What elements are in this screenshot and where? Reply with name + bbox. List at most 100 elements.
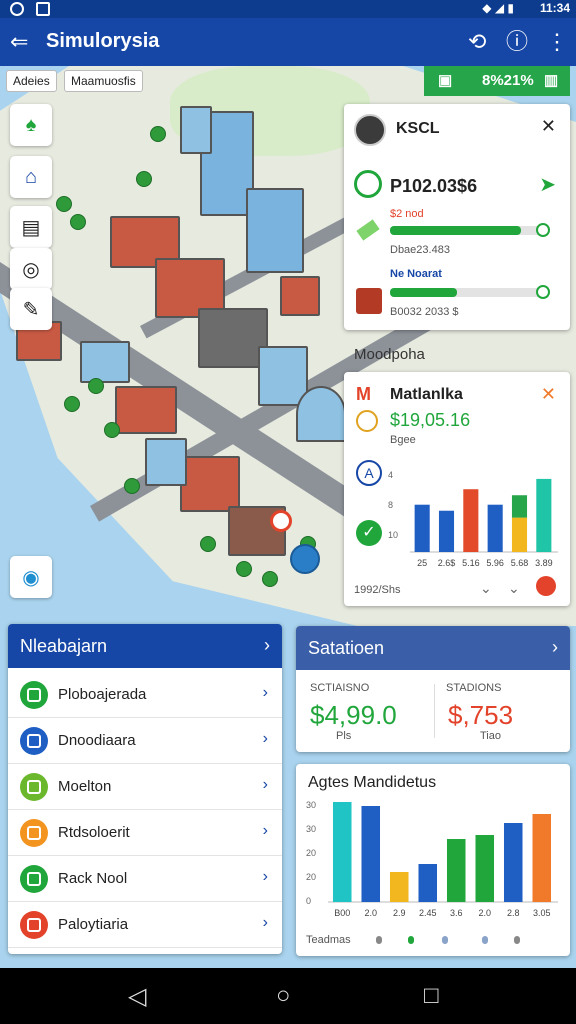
send-icon[interactable]: ➤ xyxy=(539,172,556,197)
stats-panel: Satatioen › SCTIAISNO $4,99.0 Pls STADIO… xyxy=(296,626,570,752)
location-pin-icon[interactable] xyxy=(270,510,292,532)
tower-building xyxy=(246,188,304,273)
legend-dot xyxy=(442,936,448,944)
edit-tool-icon[interactable]: ✎ xyxy=(10,288,52,330)
chevron-right-icon[interactable]: › xyxy=(263,868,268,886)
clock: 11:34 xyxy=(539,1,570,15)
y-tick-label: 0 xyxy=(306,896,311,906)
bar xyxy=(332,802,352,902)
x-tick-label: 25 xyxy=(417,558,427,568)
back-arrow-icon[interactable]: ⇐ xyxy=(10,30,28,54)
tower-building xyxy=(180,106,212,154)
calendar-icon[interactable]: ▣ xyxy=(438,71,452,89)
list-item-label: Rtdsoloerit xyxy=(58,824,130,841)
list-item-icon xyxy=(20,911,48,939)
more-vert-icon[interactable]: ⋮ xyxy=(546,30,568,54)
x-tick-label: B00 xyxy=(334,908,350,918)
record-button[interactable] xyxy=(536,576,556,596)
profile-card: KSCL ✕ P102.03$6 ➤ $2 nod Dbae23.483 Ne … xyxy=(344,104,570,330)
house xyxy=(280,276,320,316)
stats-panel-header[interactable]: Satatioen › xyxy=(296,626,570,670)
bar xyxy=(418,864,438,902)
chevron-right-icon[interactable]: › xyxy=(552,637,558,658)
metric-label: Ne Noarat xyxy=(390,268,442,280)
clipboard-tool-icon[interactable]: ▤ xyxy=(10,206,52,248)
list-item[interactable]: Dnoodiaara › xyxy=(8,718,282,764)
app-title: Simulorysia xyxy=(46,30,160,52)
y-tick-label: 20 xyxy=(306,848,316,858)
y-tick-label: 4 xyxy=(388,470,393,480)
x-tick-label: 2.9 xyxy=(393,908,406,918)
bar xyxy=(511,517,528,552)
x-tick-label: 2.8 xyxy=(507,908,520,918)
share-icon[interactable]: ⟲ xyxy=(468,30,486,54)
bar-chart: 30 30 20 20 0 B00 2.0 2.9 2.45 3.6 2.0 2.8 3.05 xyxy=(306,800,558,918)
bar-chart: 4 8 10 25 2.6$ 5.16 5.96 5.68 3.89 xyxy=(388,470,558,568)
layer-chip[interactable]: Adeies xyxy=(6,70,57,92)
list-item-icon xyxy=(20,773,48,801)
tree xyxy=(104,422,120,438)
chevron-down-icon[interactable]: ⌄ xyxy=(480,580,492,597)
list-item-icon xyxy=(20,727,48,755)
location-tool-icon[interactable]: ◎ xyxy=(10,248,52,290)
chevron-right-icon[interactable]: › xyxy=(263,776,268,794)
stat-value: $4,99.0 xyxy=(310,700,397,730)
chevron-right-icon[interactable]: › xyxy=(264,635,270,656)
gmail-icon: M xyxy=(356,384,371,404)
chevron-right-icon[interactable]: › xyxy=(263,822,268,840)
battery-icon xyxy=(356,219,380,241)
list-item-label: Dnoodiaara xyxy=(58,732,136,749)
bar xyxy=(389,872,409,902)
plants-tool-icon[interactable]: ♠ xyxy=(10,104,52,146)
building xyxy=(80,341,130,383)
bar xyxy=(487,504,503,552)
layer-chip[interactable]: Maamuosfis xyxy=(64,70,143,92)
home-tool-icon[interactable]: ⌂ xyxy=(10,156,52,198)
bar xyxy=(475,835,495,902)
close-icon[interactable]: ✕ xyxy=(541,116,556,137)
x-tick-label: 3.6 xyxy=(450,908,463,918)
progress-fill xyxy=(390,226,522,235)
chart-card-value: $19,05.16 xyxy=(390,410,471,430)
list-item-icon xyxy=(20,681,48,709)
list-item[interactable]: Paloytiaria › xyxy=(8,902,282,948)
list-item[interactable]: Ploboajerada › xyxy=(8,672,282,718)
chart-card-sub: Bgee xyxy=(390,434,416,446)
section-label: Moodpoha xyxy=(354,346,425,363)
list-item[interactable]: Rtdsoloerit › xyxy=(8,810,282,856)
bar-stack xyxy=(511,495,528,518)
x-tick-label: 5.68 xyxy=(511,558,529,568)
bar xyxy=(361,806,381,902)
tools-icon[interactable]: ✕ xyxy=(541,384,556,405)
chevron-right-icon[interactable]: › xyxy=(263,684,268,702)
list-panel-header[interactable]: Nleabajarn › xyxy=(8,624,282,668)
back-nav-icon[interactable]: ◁ xyxy=(128,982,146,1011)
y-tick-label: 30 xyxy=(306,824,316,834)
info-icon[interactable]: ⓘ xyxy=(506,30,528,54)
legend-dot xyxy=(514,936,520,944)
list-item[interactable]: Rack Nool › xyxy=(8,856,282,902)
list-item[interactable]: Moelton › xyxy=(8,764,282,810)
tree xyxy=(124,478,140,494)
tree xyxy=(236,561,252,577)
chevron-down-icon[interactable]: ⌄ xyxy=(508,580,520,597)
metric-label: $2 nod xyxy=(390,208,424,220)
status-value: 8%21% xyxy=(482,72,534,89)
y-tick-label: 10 xyxy=(388,530,398,540)
recents-nav-icon[interactable]: □ xyxy=(424,982,439,1010)
tree xyxy=(70,214,86,230)
house xyxy=(115,386,177,434)
chevron-right-icon[interactable]: › xyxy=(263,730,268,748)
list-item-label: Rack Nool xyxy=(58,870,128,887)
bar xyxy=(532,814,552,902)
bar xyxy=(463,489,479,552)
panel-icon[interactable]: ▥ xyxy=(544,71,558,89)
avatar xyxy=(354,114,386,146)
recenter-button-icon[interactable]: ◉ xyxy=(10,556,52,598)
chart-card: M Matlanlka ✕ $19,05.16 Bgee A ✓ 4 8 10 25 2… xyxy=(344,372,570,606)
wifi-icon: ◆ ◢ ▮ xyxy=(482,1,514,15)
chevron-right-icon[interactable]: › xyxy=(263,914,268,932)
metric-sub: B0032 2033 $ xyxy=(390,306,459,318)
home-nav-icon[interactable]: ○ xyxy=(276,982,291,1010)
tree xyxy=(150,126,166,142)
